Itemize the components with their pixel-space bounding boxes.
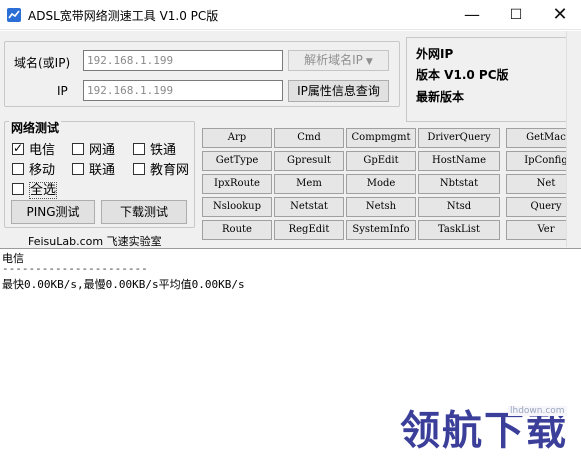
app-icon [7, 8, 21, 22]
cmd-compmgmt-button[interactable]: Compmgmt [346, 128, 416, 148]
checkbox-checked-icon[interactable] [12, 141, 24, 155]
checkbox-icon[interactable] [72, 143, 84, 155]
cmd-regedit-button[interactable]: RegEdit [274, 220, 344, 240]
cmd-gettype-button[interactable]: GetType [202, 151, 272, 171]
checkbox-icon[interactable] [12, 183, 24, 195]
ip-info-button[interactable]: IP属性信息查询 [288, 80, 389, 102]
ip-input[interactable]: 192.168.1.199 [83, 80, 283, 101]
option-unicom[interactable]: 联通 [72, 159, 115, 178]
cmd-ntsd-button[interactable]: Ntsd [418, 197, 500, 217]
title-bar: ADSL宽带网络测速工具 V1.0 PC版 — ☐ ✕ [0, 0, 581, 30]
output-result: 最快0.00KB/s,最慢0.00KB/s平均值0.00KB/s [2, 278, 245, 291]
cmd-arp-button[interactable]: Arp [202, 128, 272, 148]
output-separator: ---------------------- [2, 262, 148, 275]
cmd-systeminfo-button[interactable]: SystemInfo [346, 220, 416, 240]
latest-version-label: 最新版本 [416, 90, 465, 104]
cmd-tasklist-button[interactable]: TaskList [418, 220, 500, 240]
footer-brand: FeisuLab.com 飞速实验室 [28, 235, 162, 248]
window-title: ADSL宽带网络测速工具 V1.0 PC版 [28, 9, 219, 23]
option-telecom[interactable]: 电信 [12, 139, 55, 158]
ping-test-button[interactable]: PING测试 [11, 200, 95, 224]
watermark-site: lhdown.com [508, 406, 567, 416]
cmd-gpedit-button[interactable]: GpEdit [346, 151, 416, 171]
minimize-button[interactable]: — [454, 0, 490, 30]
network-test-label: 网络测试 [9, 119, 62, 136]
vertical-scrollbar[interactable] [566, 31, 581, 247]
dropdown-arrow-icon: ▼ [365, 57, 373, 67]
cmd-mode-button[interactable]: Mode [346, 174, 416, 194]
version-label: 版本 V1.0 PC版 [416, 68, 509, 82]
ip-label: IP [57, 84, 68, 98]
cmd-route-button[interactable]: Route [202, 220, 272, 240]
cmd-hostname-button[interactable]: HostName [418, 151, 500, 171]
checkbox-icon[interactable] [12, 163, 24, 175]
resolve-domain-label: 解析域名IP [304, 53, 363, 67]
resolve-domain-button[interactable]: 解析域名IP ▼ [288, 50, 389, 71]
external-ip-label: 外网IP [416, 47, 454, 61]
download-test-button[interactable]: 下载测试 [101, 200, 187, 224]
cmd-cmd-button[interactable]: Cmd [274, 128, 344, 148]
checkbox-icon[interactable] [133, 143, 145, 155]
domain-group: 域名(或IP) 192.168.1.199 解析域名IP ▼ IP 192.168… [4, 41, 400, 107]
domain-input[interactable]: 192.168.1.199 [83, 50, 283, 71]
option-netcom[interactable]: 网通 [72, 139, 115, 158]
info-panel: 外网IP 版本 V1.0 PC版 最新版本 [406, 37, 576, 122]
domain-label: 域名(或IP) [14, 56, 71, 70]
cmd-nslookup-button[interactable]: Nslookup [202, 197, 272, 217]
close-button[interactable]: ✕ [542, 0, 578, 30]
cmd-netstat-button[interactable]: Netstat [274, 197, 344, 217]
option-edunet[interactable]: 教育网 [133, 159, 189, 178]
cmd-nbtstat-button[interactable]: Nbtstat [418, 174, 500, 194]
cmd-driverquery-button[interactable]: DriverQuery [418, 128, 500, 148]
cmd-netsh-button[interactable]: Netsh [346, 197, 416, 217]
option-railcom[interactable]: 铁通 [133, 139, 176, 158]
cmd-ipxroute-button[interactable]: IpxRoute [202, 174, 272, 194]
cmd-mem-button[interactable]: Mem [274, 174, 344, 194]
option-select-all[interactable]: 全选 [12, 179, 58, 199]
checkbox-icon[interactable] [72, 163, 84, 175]
checkbox-icon[interactable] [133, 163, 145, 175]
cmd-gpresult-button[interactable]: Gpresult [274, 151, 344, 171]
maximize-button[interactable]: ☐ [498, 0, 534, 30]
option-mobile[interactable]: 移动 [12, 159, 55, 178]
